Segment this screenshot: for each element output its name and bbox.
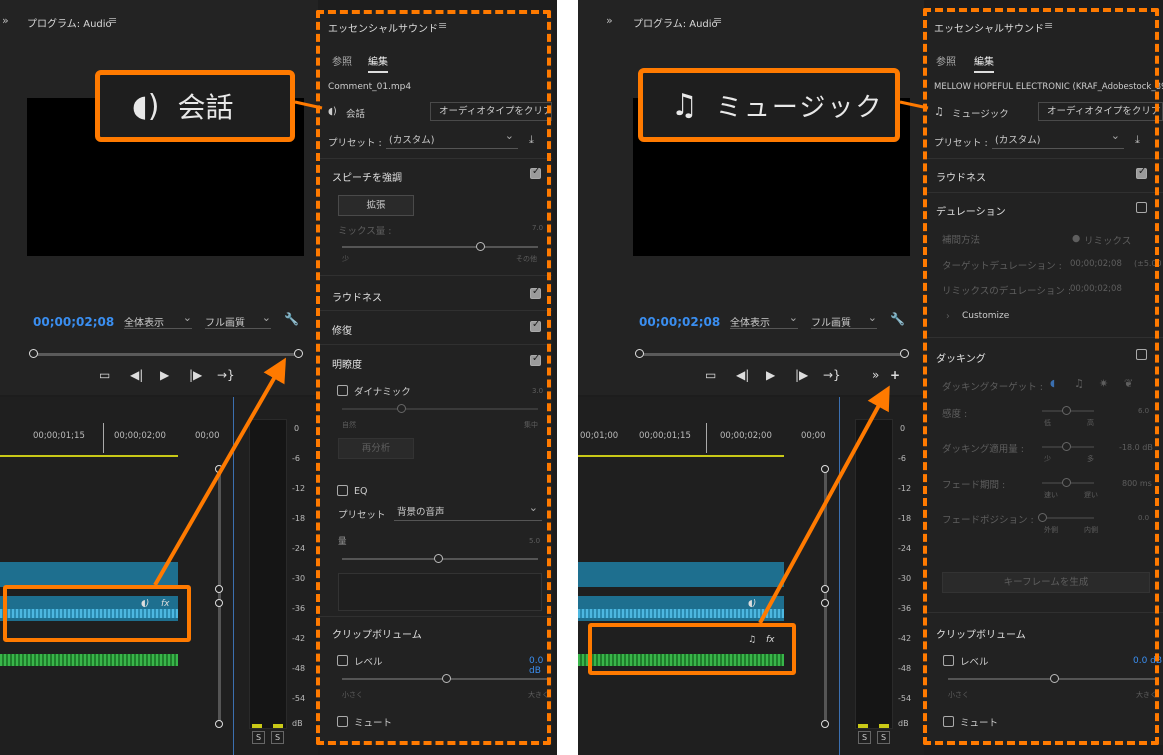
clip-highlight bbox=[588, 623, 796, 675]
ruler-label: 00;00 bbox=[195, 431, 220, 441]
audio-clip-music[interactable] bbox=[0, 654, 178, 666]
chevron-icon[interactable]: » bbox=[606, 14, 613, 27]
solo-button[interactable]: S bbox=[858, 731, 871, 744]
play-icon[interactable]: ▶ bbox=[766, 368, 775, 382]
menu-icon[interactable]: ≡ bbox=[108, 14, 117, 27]
callout-text: 会話 bbox=[177, 91, 234, 124]
vertical-scrollbar[interactable] bbox=[824, 470, 827, 725]
solo-button[interactable]: S bbox=[252, 731, 265, 744]
step-back-icon[interactable]: ◀| bbox=[736, 368, 749, 382]
scroll-knob[interactable] bbox=[821, 599, 829, 607]
menu-icon[interactable]: ≡ bbox=[713, 14, 722, 27]
meter-label: -24 bbox=[898, 544, 912, 553]
step-forward-icon[interactable]: |▶ bbox=[189, 368, 202, 382]
program-monitor: » プログラム: Audio ≡ 00;00;02;08 全体表示 フル画質 🔧… bbox=[0, 0, 318, 395]
scroll-knob[interactable] bbox=[215, 465, 223, 473]
panel-highlight bbox=[316, 10, 551, 745]
callout-text: ミュージック bbox=[715, 92, 884, 123]
scroll-knob[interactable] bbox=[215, 720, 223, 728]
meter-label: -18 bbox=[292, 514, 306, 523]
scroll-knob[interactable] bbox=[821, 720, 829, 728]
meter-label: -30 bbox=[898, 574, 912, 583]
meter-label: -18 bbox=[898, 514, 912, 523]
program-monitor: » プログラム: Audio ≡ 00;00;02;08 全体表示 フル画質 🔧… bbox=[578, 0, 924, 395]
ruler-label: 00;00;02;00 bbox=[114, 431, 166, 441]
meter-label: -12 bbox=[292, 484, 306, 493]
scroll-knob[interactable] bbox=[821, 585, 829, 593]
meter-label: -48 bbox=[898, 664, 912, 673]
ruler-label: 00;00 bbox=[801, 431, 826, 441]
meter-label: -36 bbox=[292, 604, 306, 613]
step-back-icon[interactable]: ◀| bbox=[130, 368, 143, 382]
right-screenshot: » プログラム: Audio ≡ 00;00;02;08 全体表示 フル画質 🔧… bbox=[578, 0, 1163, 755]
audio-meter bbox=[855, 419, 893, 729]
speech-icon: ◖) bbox=[132, 88, 160, 124]
monitor-title: プログラム: Audio bbox=[27, 19, 112, 30]
timecode[interactable]: 00;00;02;08 bbox=[33, 315, 114, 329]
step-forward-icon[interactable]: |▶ bbox=[795, 368, 808, 382]
meter-label: 0 bbox=[294, 424, 300, 433]
meter-label: dB bbox=[292, 719, 303, 728]
playhead[interactable] bbox=[706, 423, 707, 453]
ruler-label: 00;00;01;15 bbox=[639, 431, 691, 441]
zoom-select[interactable]: 全体表示 bbox=[730, 311, 798, 329]
wrench-icon[interactable]: 🔧 bbox=[284, 312, 299, 326]
ruler-label: 00;01;00 bbox=[580, 431, 619, 441]
scroll-knob[interactable] bbox=[821, 465, 829, 473]
callout-music: ♫ ミュージック bbox=[638, 68, 900, 142]
video-clip[interactable] bbox=[578, 562, 784, 587]
scrub-bar[interactable] bbox=[29, 349, 303, 358]
video-clip[interactable] bbox=[0, 562, 178, 587]
scroll-knob[interactable] bbox=[215, 585, 223, 593]
speech-icon: ◖) bbox=[748, 599, 757, 609]
scroll-knob[interactable] bbox=[215, 599, 223, 607]
add-button-icon[interactable]: + bbox=[890, 368, 900, 382]
meter-label: -12 bbox=[898, 484, 912, 493]
meter-label: -54 bbox=[292, 694, 306, 703]
meter-label: dB bbox=[898, 719, 909, 728]
meter-label: -6 bbox=[898, 454, 906, 463]
solo-button[interactable]: S bbox=[877, 731, 890, 744]
chevron-icon[interactable]: » bbox=[2, 14, 9, 27]
meter-label: -36 bbox=[898, 604, 912, 613]
monitor-title: プログラム: Audio bbox=[633, 19, 718, 30]
music-note-icon: ♫ bbox=[671, 87, 698, 123]
meter-label: -30 bbox=[292, 574, 306, 583]
solo-button[interactable]: S bbox=[271, 731, 284, 744]
audio-meter bbox=[249, 419, 287, 729]
work-area-bar bbox=[578, 455, 784, 457]
left-screenshot: » プログラム: Audio ≡ 00;00;02;08 全体表示 フル画質 🔧… bbox=[0, 0, 557, 755]
panel-highlight bbox=[923, 8, 1159, 745]
meter-label: -42 bbox=[898, 634, 912, 643]
quality-select[interactable]: フル画質 bbox=[811, 311, 877, 329]
meter-label: -6 bbox=[292, 454, 300, 463]
ruler-label: 00;00;01;15 bbox=[33, 431, 85, 441]
meter-label: -54 bbox=[898, 694, 912, 703]
clip-highlight bbox=[3, 585, 191, 642]
safe-margin-icon[interactable]: ▭ bbox=[705, 368, 716, 382]
meter-label: -42 bbox=[292, 634, 306, 643]
work-area-bar bbox=[0, 455, 178, 457]
wrench-icon[interactable]: 🔧 bbox=[890, 312, 905, 326]
meter-label: -24 bbox=[292, 544, 306, 553]
play-icon[interactable]: ▶ bbox=[160, 368, 169, 382]
timecode[interactable]: 00;00;02;08 bbox=[639, 315, 720, 329]
zoom-select[interactable]: 全体表示 bbox=[124, 311, 192, 329]
insert-icon[interactable]: →} bbox=[823, 368, 841, 382]
insert-icon[interactable]: →} bbox=[217, 368, 235, 382]
vertical-scrollbar[interactable] bbox=[218, 470, 221, 725]
ruler-label: 00;00;02;00 bbox=[720, 431, 772, 441]
meter-label: 0 bbox=[900, 424, 906, 433]
safe-margin-icon[interactable]: ▭ bbox=[99, 368, 110, 382]
meter-label: -48 bbox=[292, 664, 306, 673]
more-icon[interactable]: » bbox=[872, 368, 879, 382]
scrub-bar[interactable] bbox=[635, 349, 909, 358]
playhead[interactable] bbox=[103, 423, 104, 453]
quality-select[interactable]: フル画質 bbox=[205, 311, 271, 329]
callout-dialogue: ◖) 会話 bbox=[95, 70, 295, 142]
